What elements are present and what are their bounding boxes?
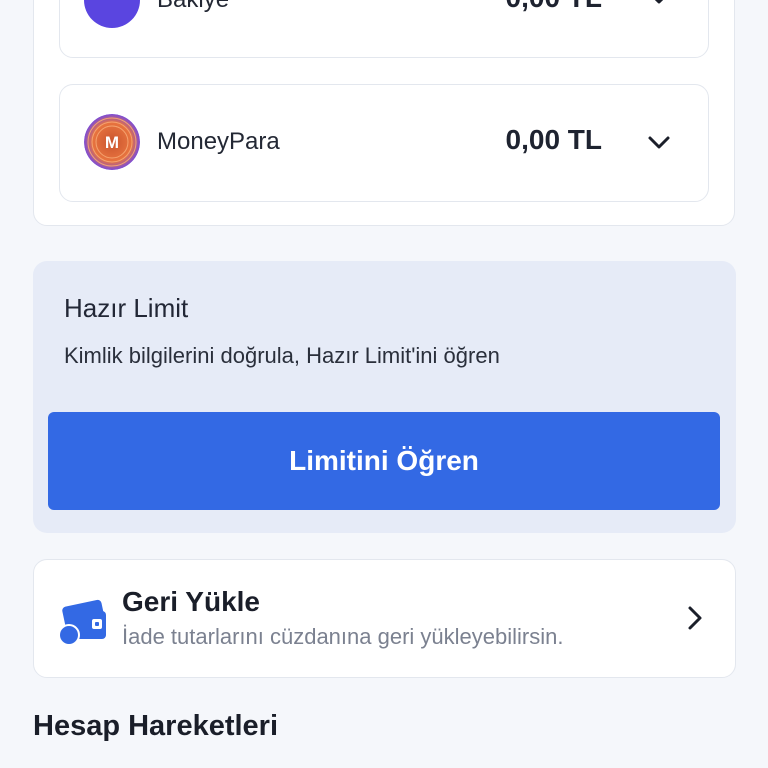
ready-limit-card: Hazır Limit Kimlik bilgilerini doğrula, … [33, 261, 736, 533]
balance-row-name: Bakiye [157, 0, 229, 14]
moneypara-logo-icon: M [84, 114, 140, 170]
wallet-icon [56, 593, 108, 647]
balance-row-name: MoneyPara [157, 128, 280, 155]
payus-logo-icon: pay [84, 0, 140, 28]
moneypara-logo-text: M [105, 133, 119, 152]
learn-limit-button[interactable]: Limitini Öğren [48, 412, 720, 510]
chevron-down-icon[interactable] [646, 0, 672, 11]
balance-row-bakiye[interactable]: pay Bakiye 0,00 TL [59, 0, 709, 58]
reload-card[interactable]: Geri Yükle İade tutarlarını cüzdanına ge… [33, 559, 736, 678]
balance-row-amount: 0,00 TL [505, 124, 602, 155]
reload-title: Geri Yükle [122, 586, 261, 617]
chevron-down-icon[interactable] [646, 130, 672, 156]
balance-row-amount: 0,00 TL [506, 0, 602, 14]
account-activity-heading: Hesap Hareketleri [33, 710, 279, 742]
balance-row-moneypara[interactable]: M MoneyPara 0,00 TL [59, 84, 709, 202]
ready-limit-title: Hazır Limit [64, 293, 189, 323]
reload-subtitle: İade tutarlarını cüzdanına geri yükleyeb… [122, 624, 564, 649]
chevron-right-icon[interactable] [681, 604, 709, 632]
ready-limit-description: Kimlik bilgilerini doğrula, Hazır Limit'… [64, 343, 500, 368]
